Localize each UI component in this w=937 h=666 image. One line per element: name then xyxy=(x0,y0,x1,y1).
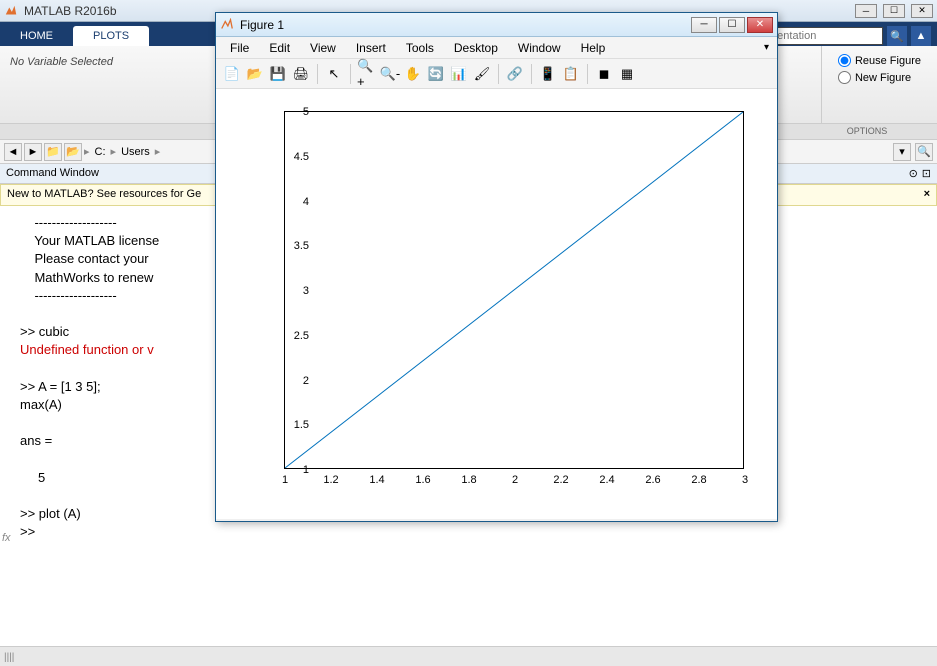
legend-icon[interactable]: 📋 xyxy=(561,64,581,84)
link-icon[interactable]: 🔗 xyxy=(505,64,525,84)
menu-desktop[interactable]: Desktop xyxy=(444,39,508,57)
x-tick-label: 1.8 xyxy=(461,474,476,486)
options-panel: Reuse Figure New Figure xyxy=(821,46,937,123)
figure-icon xyxy=(220,18,234,32)
brush-icon[interactable]: 🖌 xyxy=(472,64,492,84)
variable-panel: No Variable Selected xyxy=(0,46,123,123)
status-grip-icon: |||| xyxy=(0,650,18,665)
x-tick-label: 1.4 xyxy=(369,474,384,486)
path-dropdown-button[interactable]: ▾ xyxy=(893,143,911,161)
hide-plot-tools-icon[interactable]: ◼ xyxy=(594,64,614,84)
y-tick-label: 1.5 xyxy=(285,419,309,431)
x-tick-label: 1 xyxy=(282,474,288,486)
y-tick-label: 5 xyxy=(285,106,309,118)
figure-canvas[interactable]: 1 1.5 2 2.5 3 3.5 4 4.5 5 1 1.2 1.4 1.6 1.8 2 2.2 2.4 2.6… xyxy=(216,89,777,519)
x-tick-label: 2.4 xyxy=(599,474,614,486)
menu-insert[interactable]: Insert xyxy=(346,39,396,57)
browse-button[interactable]: 📂 xyxy=(64,143,82,161)
y-tick-label: 4 xyxy=(285,196,309,208)
colorbar-icon[interactable]: 📱 xyxy=(538,64,558,84)
matlab-logo-icon xyxy=(4,4,18,18)
getting-started-text[interactable]: New to MATLAB? See resources for Ge xyxy=(7,188,201,202)
section-options-label: OPTIONS xyxy=(797,124,937,139)
up-folder-button[interactable]: 📁 xyxy=(44,143,62,161)
y-tick-label: 2.5 xyxy=(285,330,309,342)
figure-maximize-button[interactable]: ☐ xyxy=(719,17,745,33)
print-icon[interactable]: 🖨 xyxy=(291,64,311,84)
x-tick-label: 2.6 xyxy=(645,474,660,486)
tab-home[interactable]: HOME xyxy=(0,26,73,46)
show-plot-tools-icon[interactable]: ▦ xyxy=(617,64,637,84)
y-tick-label: 2 xyxy=(285,375,309,387)
pan-icon[interactable]: ✋ xyxy=(403,64,423,84)
status-bar: |||| xyxy=(0,646,937,666)
cmd-undock-icon[interactable]: ⊡ xyxy=(922,167,931,180)
collapse-ribbon-button[interactable]: ▲ xyxy=(911,26,931,46)
search-button[interactable]: 🔍 xyxy=(887,26,907,46)
new-figure-icon[interactable]: 📄 xyxy=(222,64,242,84)
x-tick-label: 2.8 xyxy=(691,474,706,486)
forward-button[interactable]: ► xyxy=(24,143,42,161)
menu-view[interactable]: View xyxy=(300,39,346,57)
figure-window[interactable]: Figure 1 ─ ☐ ✕ File Edit View Insert Too… xyxy=(215,12,778,522)
save-icon[interactable]: 💾 xyxy=(268,64,288,84)
figure-title-bar[interactable]: Figure 1 ─ ☐ ✕ xyxy=(216,13,777,37)
axes[interactable]: 11.522.533.544.5511.21.41.61.822.22.42.6… xyxy=(284,111,744,469)
y-tick-label: 4.5 xyxy=(285,151,309,163)
menu-collapse-icon[interactable]: ▾ xyxy=(760,42,773,53)
doc-search-input[interactable] xyxy=(763,27,883,45)
x-tick-label: 2.2 xyxy=(553,474,568,486)
rotate-icon[interactable]: 🔄 xyxy=(426,64,446,84)
plot-svg xyxy=(285,112,743,468)
reuse-figure-radio[interactable]: Reuse Figure xyxy=(838,54,921,67)
pointer-icon[interactable]: ↖ xyxy=(324,64,344,84)
fx-icon[interactable]: fx xyxy=(2,531,11,546)
data-cursor-icon[interactable]: 📊 xyxy=(449,64,469,84)
x-tick-label: 1.6 xyxy=(415,474,430,486)
y-tick-label: 1 xyxy=(285,464,309,476)
path-drive[interactable]: C: xyxy=(92,146,109,158)
figure-minimize-button[interactable]: ─ xyxy=(691,17,717,33)
menu-window[interactable]: Window xyxy=(508,39,571,57)
menu-help[interactable]: Help xyxy=(571,39,616,57)
tab-plots[interactable]: PLOTS xyxy=(73,26,149,46)
main-minimize-button[interactable]: ─ xyxy=(855,4,877,18)
main-close-button[interactable]: ✕ xyxy=(911,4,933,18)
zoom-out-icon[interactable]: 🔍- xyxy=(380,64,400,84)
new-figure-radio[interactable]: New Figure xyxy=(838,71,921,84)
command-window-title: Command Window xyxy=(6,167,99,180)
open-icon[interactable]: 📂 xyxy=(245,64,265,84)
path-seg-users[interactable]: Users xyxy=(118,146,153,158)
menu-edit[interactable]: Edit xyxy=(259,39,300,57)
x-tick-label: 2 xyxy=(512,474,518,486)
main-maximize-button[interactable]: ☐ xyxy=(883,4,905,18)
menu-tools[interactable]: Tools xyxy=(396,39,444,57)
zoom-in-icon[interactable]: 🔍+ xyxy=(357,64,377,84)
figure-title: Figure 1 xyxy=(240,18,691,32)
getting-started-close[interactable]: × xyxy=(924,188,930,202)
x-tick-label: 1.2 xyxy=(323,474,338,486)
figure-menu-bar: File Edit View Insert Tools Desktop Wind… xyxy=(216,37,777,59)
menu-file[interactable]: File xyxy=(220,39,259,57)
cmd-dropdown-icon[interactable]: ⊙ xyxy=(909,167,918,180)
back-button[interactable]: ◄ xyxy=(4,143,22,161)
cmd-prompt[interactable]: >> xyxy=(20,523,929,541)
figure-close-button[interactable]: ✕ xyxy=(747,17,773,33)
y-tick-label: 3 xyxy=(285,285,309,297)
x-tick-label: 3 xyxy=(742,474,748,486)
y-tick-label: 3.5 xyxy=(285,240,309,252)
figure-toolbar: 📄 📂 💾 🖨 ↖ 🔍+ 🔍- ✋ 🔄 📊 🖌 🔗 📱 📋 ◼ ▦ xyxy=(216,59,777,89)
path-search-button[interactable]: 🔍 xyxy=(915,143,933,161)
